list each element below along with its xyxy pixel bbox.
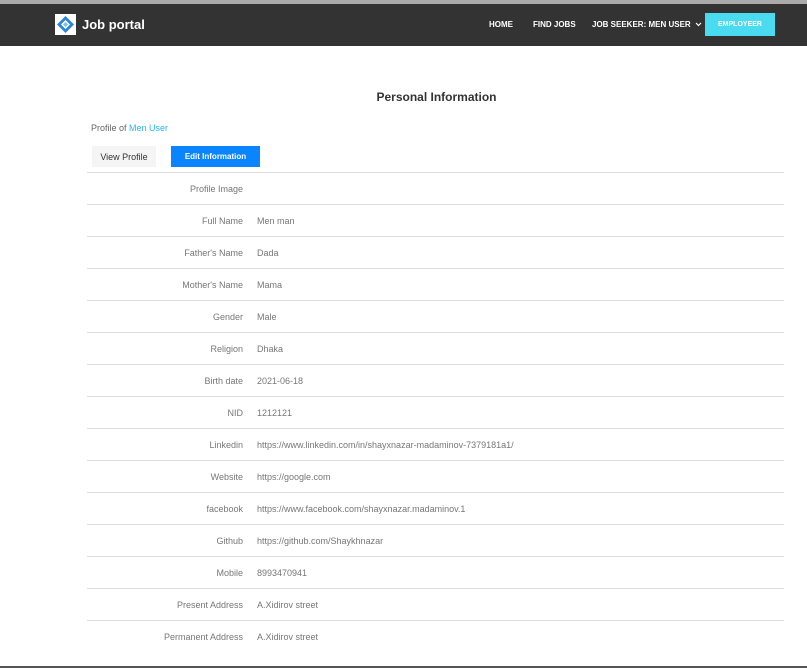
brand-link[interactable]: Job portal	[55, 14, 145, 35]
info-label: facebook	[206, 503, 243, 514]
info-label: Github	[216, 535, 243, 546]
info-row-linkedin: Linkedin https://www.linkedin.com/in/shay…	[87, 429, 784, 461]
info-value: Mama	[257, 279, 283, 290]
info-row-mobile: Mobile 8993470941	[87, 557, 784, 589]
info-label: Mother's Name	[182, 279, 243, 290]
info-value: 2021-06-18	[257, 375, 304, 386]
info-value: Dhaka	[257, 343, 284, 354]
info-label: Gender	[212, 311, 243, 322]
info-value: Male	[257, 311, 277, 322]
info-row-fathers-name: Father's Name Dada	[87, 237, 784, 269]
info-row-permanent-address: Permanent Address A.Xidirov street	[87, 621, 784, 653]
info-row-present-address: Present Address A.Xidirov street	[87, 589, 784, 621]
info-label: Full Name	[201, 215, 243, 226]
brand-name: Job portal	[82, 17, 145, 32]
logo-icon	[55, 14, 76, 35]
info-value: 1212121	[257, 407, 293, 418]
info-row-mothers-name: Mother's Name Mama	[87, 269, 784, 301]
info-label: Mobile	[216, 567, 243, 578]
info-label: Website	[210, 471, 243, 482]
info-value: 8993470941	[257, 567, 308, 578]
profile-of-line: Profile of Men User	[91, 123, 168, 133]
info-label: Religion	[210, 343, 243, 354]
nav-find-jobs[interactable]: FIND JOBS	[533, 20, 576, 29]
profile-user-link[interactable]: Men User	[129, 123, 168, 133]
info-label: Birth date	[204, 375, 243, 386]
info-row-birth-date: Birth date 2021-06-18	[87, 365, 784, 397]
info-label: Father's Name	[184, 247, 243, 258]
top-navbar: Job portal HOME FIND JOBS JOB SEEKER: ME…	[0, 0, 807, 46]
info-value: https://www.facebook.com/shayxnazar.mada…	[257, 503, 466, 514]
nav-job-seeker-dropdown[interactable]: JOB SEEKER: MEN USER	[592, 20, 702, 29]
info-value: https://www.linkedin.com/in/shayxnazar-m…	[257, 439, 514, 450]
info-label: Linkedin	[209, 439, 243, 450]
info-row-website: Website https://google.com	[87, 461, 784, 493]
info-label: Present Address	[176, 599, 243, 610]
nav-home[interactable]: HOME	[489, 20, 513, 29]
profile-of-prefix: Profile of	[91, 123, 127, 133]
info-value: Men man	[257, 215, 295, 226]
personal-info-table: Profile Image Full Name Men man Father's …	[87, 172, 784, 653]
info-row-facebook: facebook https://www.facebook.com/shayxna…	[87, 493, 784, 525]
info-row-gender: Gender Male	[87, 301, 784, 333]
info-row-profile-image: Profile Image	[87, 173, 784, 205]
info-value: Dada	[257, 247, 279, 258]
info-value: A.Xidirov street	[257, 599, 319, 610]
nav-job-seeker-label: JOB SEEKER: MEN USER	[592, 20, 691, 29]
info-row-nid: NID 1212121	[87, 397, 784, 429]
view-profile-button[interactable]: View Profile	[92, 146, 156, 167]
info-row-religion: Religion Dhaka	[87, 333, 784, 365]
info-row-full-name: Full Name Men man	[87, 205, 784, 237]
info-value: https://google.com	[257, 471, 331, 482]
info-label: Permanent Address	[163, 632, 243, 642]
info-label: NID	[227, 407, 244, 418]
page-title: Personal Information	[376, 90, 497, 104]
info-value: A.Xidirov street	[257, 632, 319, 642]
employer-button[interactable]: EMPLOYEER	[705, 13, 775, 36]
info-value: https://github.com/Shaykhnazar	[257, 535, 384, 546]
info-label: Profile Image	[189, 183, 243, 194]
chevron-down-icon	[695, 22, 702, 27]
edit-information-button[interactable]: Edit Information	[171, 146, 260, 167]
info-row-github: Github https://github.com/Shaykhnazar	[87, 525, 784, 557]
